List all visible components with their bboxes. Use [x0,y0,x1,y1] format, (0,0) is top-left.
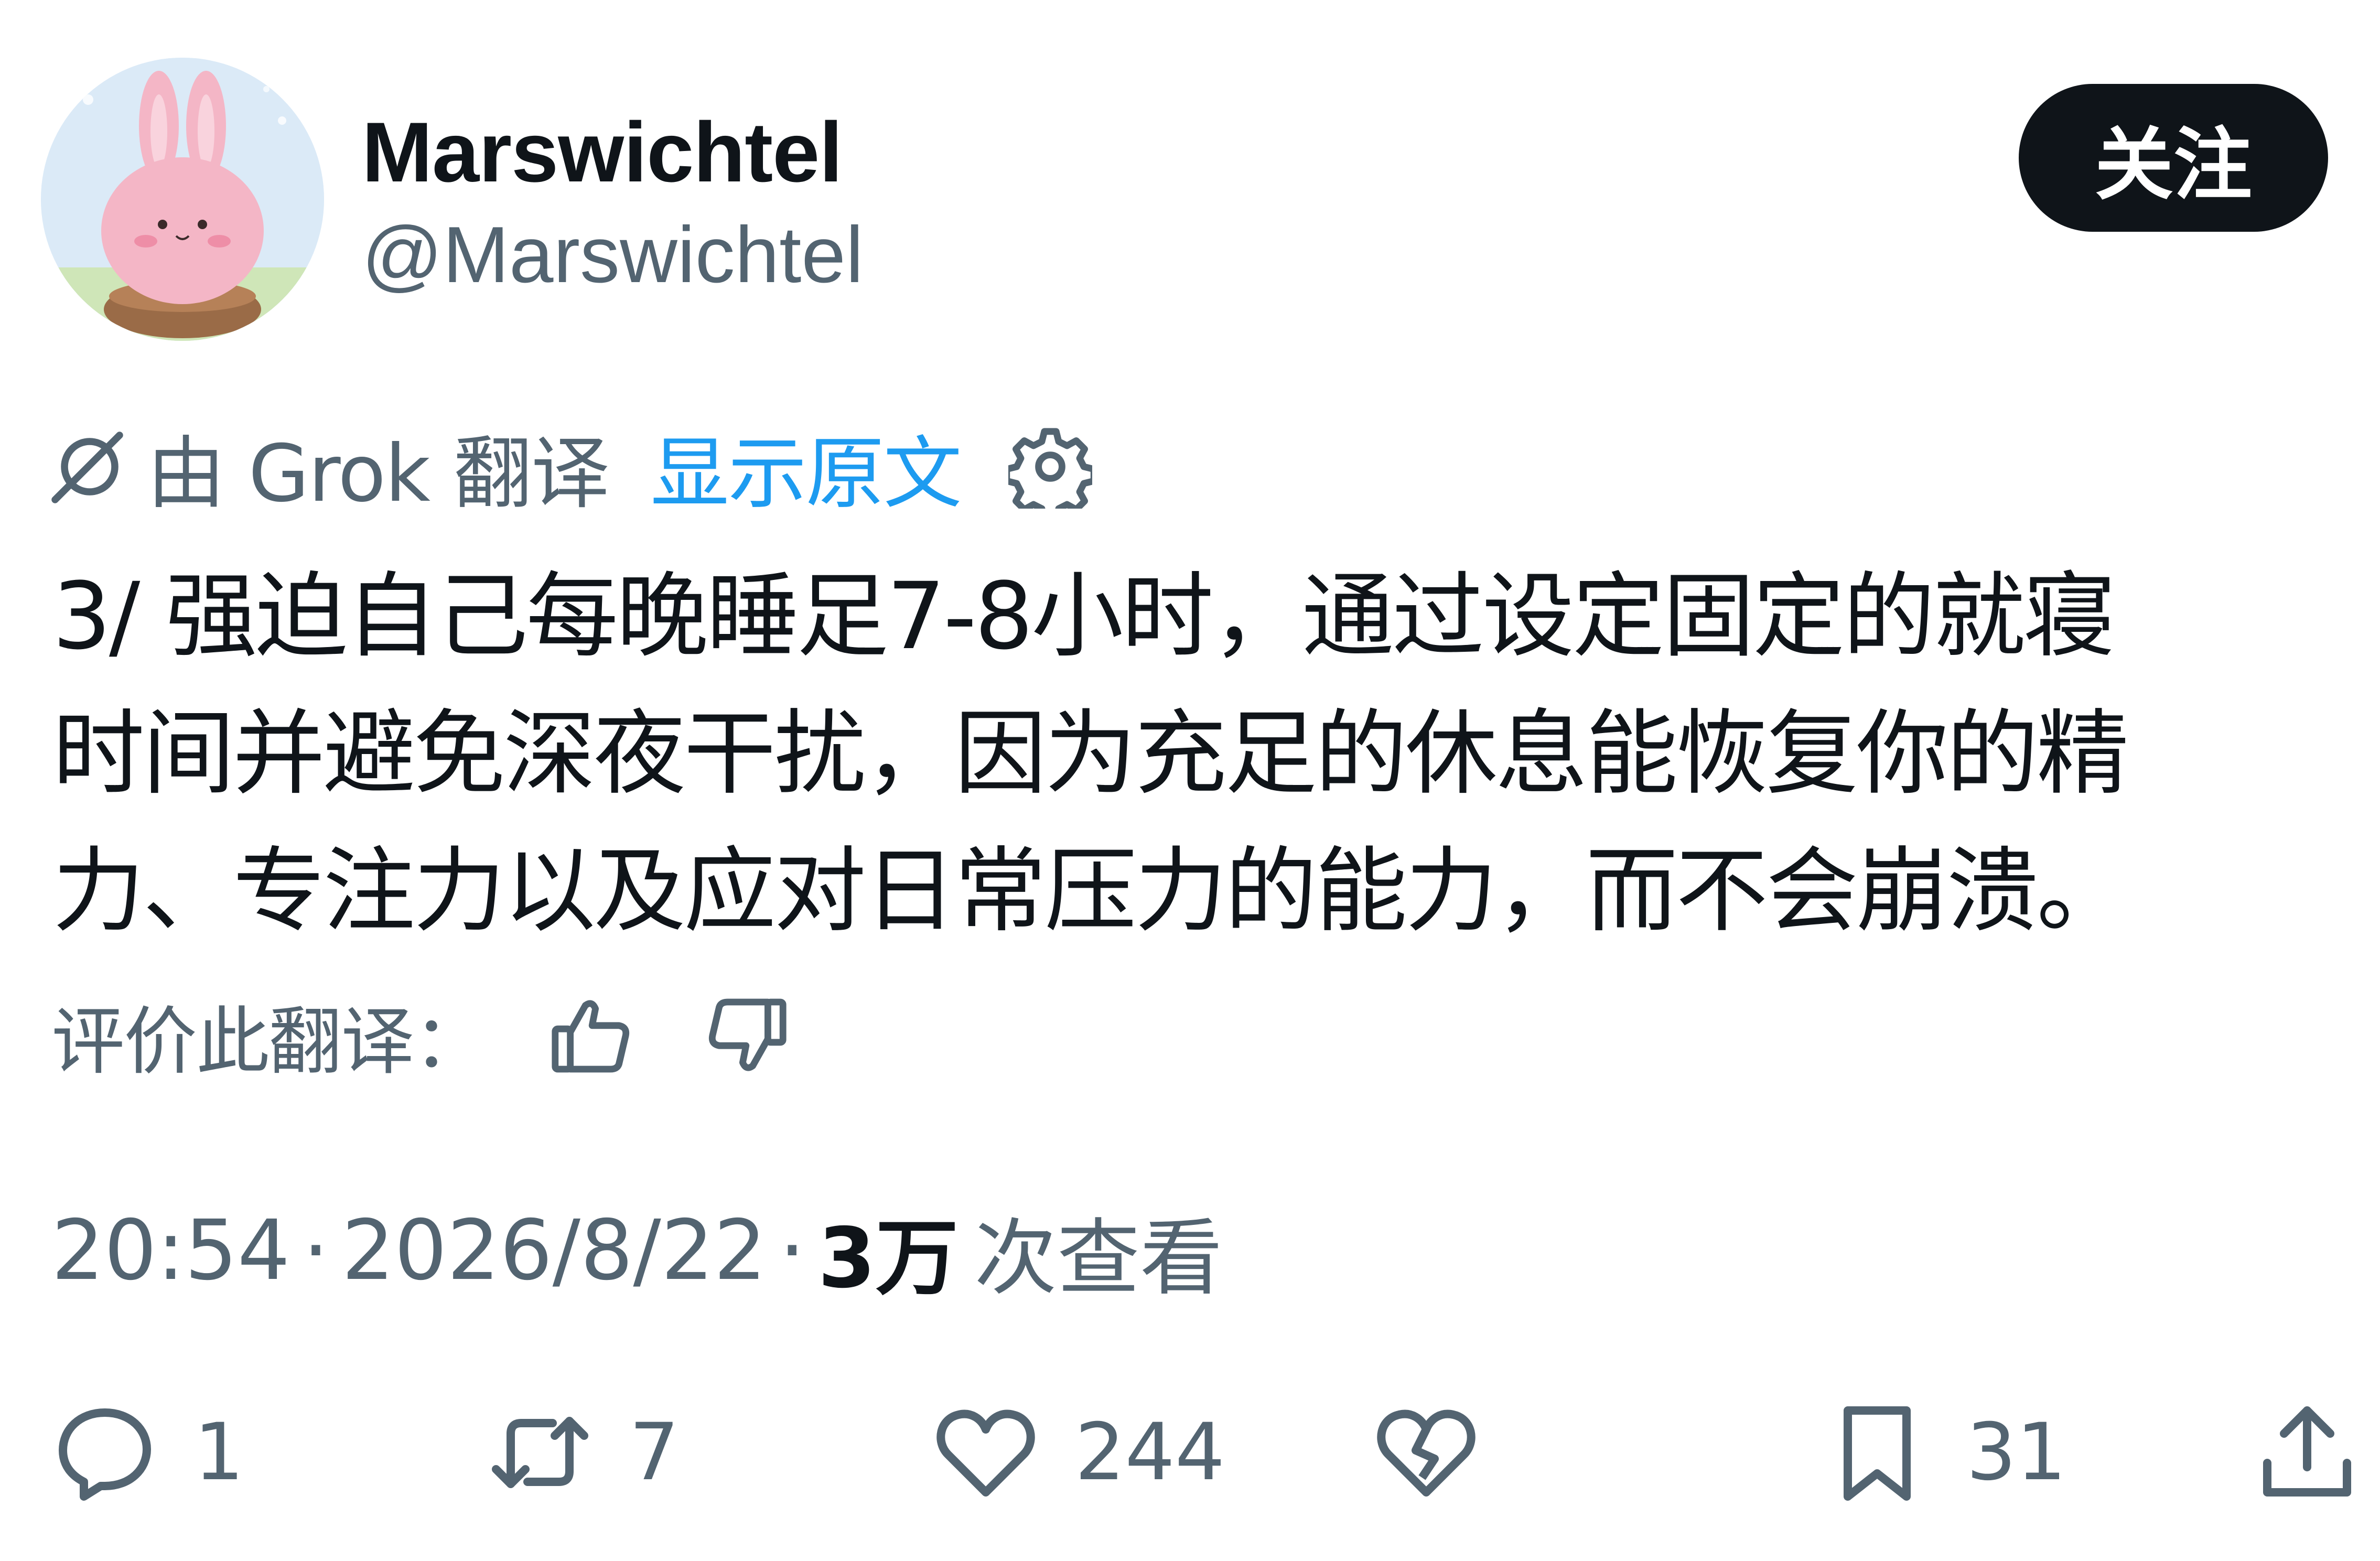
tweet-time[interactable]: 20:54 [51,1202,290,1299]
like-count: 244 [1075,1407,1225,1498]
reply-icon [59,1408,151,1501]
reply-count: 1 [194,1407,244,1498]
repost-button[interactable]: 7 [488,1400,679,1505]
repost-count: 7 [629,1407,680,1498]
rate-translation-label: 评价此翻译： [51,999,487,1085]
bunny-avatar-image [41,58,324,341]
like-button[interactable]: 244 [933,1400,1225,1505]
follow-button[interactable]: 关注 [2019,84,2328,232]
translation-bar: 由 Grok 翻译 显示原文 [47,419,1092,520]
tweet-text: 3/ 强迫自己每晚睡足7-8小时，通过设定固定的就寝 时间并避免深夜干扰，因为充… [52,548,2360,960]
bookmark-count: 31 [1966,1407,2066,1498]
reply-button[interactable]: 1 [52,1400,244,1505]
tweet-date[interactable]: 2026/8/22 [342,1202,767,1299]
views-count: 3万 [817,1210,959,1307]
bookmark-icon [1844,1406,1911,1501]
dislike-button[interactable] [1374,1400,1479,1505]
grok-icon [51,432,123,503]
tweet-meta: 20:54 · 2026/8/22 · 3万 次查看 [51,1201,1223,1307]
rate-translation-row: 评价此翻译： [51,986,790,1085]
views-label: 次查看 [974,1210,1223,1307]
show-original-link[interactable]: 显示原文 [651,410,962,524]
meta-separator: · [303,1202,329,1299]
translated-by-label: 由 Grok 翻译 [147,428,610,520]
heart-icon [936,1409,1035,1497]
bookmark-button[interactable]: 31 [1825,1400,2066,1505]
broken-heart-icon [1377,1409,1476,1497]
thumbs-up-icon[interactable] [548,994,632,1078]
avatar[interactable] [41,58,324,341]
user-handle[interactable]: @Marswichtel [362,215,864,295]
gear-icon[interactable] [1008,425,1092,509]
share-button[interactable] [2255,1400,2360,1505]
thumbs-down-icon[interactable] [706,994,790,1078]
share-icon [2263,1406,2351,1497]
tweet-line: 力、专注力以及应对日常压力的能力，而不会崩溃。 [52,837,2129,945]
repost-icon [492,1417,588,1488]
meta-separator: · [779,1202,805,1299]
tweet-line: 3/ 强迫自己每晚睡足7-8小时，通过设定固定的就寝 [52,563,2116,670]
tweet-line: 时间并避免深夜干扰，因为充足的休息能恢复你的精 [52,700,2129,808]
display-name[interactable]: Marswichtel [362,110,843,195]
